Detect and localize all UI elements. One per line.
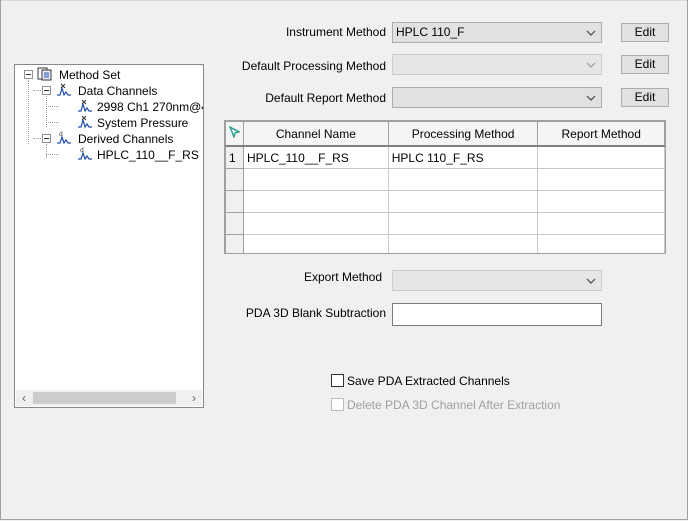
default-processing-method-select[interactable] [392, 54, 602, 75]
tree-line [46, 106, 59, 107]
row-number: 1 [225, 145, 244, 169]
delete-pda-channel-checkbox[interactable] [331, 398, 344, 411]
grid-corner-icon[interactable] [225, 121, 244, 147]
derived-waveform-icon: d [78, 147, 92, 161]
instrument-method-label: Instrument Method [285, 25, 386, 39]
tree-item-derived-1[interactable]: HPLC_110__F_RS [97, 148, 199, 162]
column-header-processing-method[interactable]: Processing Method [387, 121, 539, 147]
export-method-select[interactable] [392, 270, 602, 291]
scrollbar-thumb[interactable] [33, 392, 176, 404]
chevron-down-icon [586, 62, 596, 68]
tree-item-derived-channels[interactable]: Derived Channels [78, 132, 173, 146]
default-report-method-select[interactable] [392, 87, 602, 108]
svg-text:d: d [59, 131, 63, 138]
column-header-report-method[interactable]: Report Method [537, 121, 665, 147]
table-row[interactable] [225, 190, 665, 213]
channel-waveform-icon [78, 99, 92, 113]
chevron-down-icon [586, 95, 596, 101]
tree-horizontal-scrollbar[interactable]: ‹ › [16, 390, 202, 406]
instrument-method-select[interactable]: HPLC 110_F [392, 22, 602, 43]
cell-report-method[interactable] [537, 145, 665, 169]
save-pda-extracted-label[interactable]: Save PDA Extracted Channels [347, 374, 510, 388]
tree-line [46, 144, 47, 158]
collapse-method-set-icon[interactable] [24, 70, 33, 79]
edit-report-method-button[interactable]: Edit [621, 88, 669, 107]
tree-item-method-set[interactable]: Method Set [59, 68, 120, 82]
tree-item-channel-2[interactable]: System Pressure [97, 116, 188, 130]
tree-item-data-channels[interactable]: Data Channels [78, 84, 157, 98]
table-row[interactable] [225, 234, 665, 253]
table-row[interactable] [225, 212, 665, 235]
tree-line [46, 122, 59, 123]
chevron-down-icon [586, 278, 596, 284]
collapse-data-channels-icon[interactable] [42, 86, 51, 95]
scroll-right-icon[interactable]: › [186, 390, 202, 406]
channel-waveform-icon [78, 115, 92, 129]
svg-text:d: d [80, 147, 84, 154]
table-row[interactable]: 1 HPLC_110__F_RS HPLC 110_F_RS [225, 145, 665, 169]
tree-line [28, 80, 29, 144]
tree-item-channel-1[interactable]: 2998 Ch1 270nm@4.8 [97, 100, 203, 114]
save-pda-extracted-checkbox[interactable] [331, 374, 344, 387]
table-row[interactable] [225, 168, 665, 191]
default-report-method-label: Default Report Method [265, 91, 386, 105]
collapse-derived-channels-icon[interactable] [42, 134, 51, 143]
pda-blank-subtraction-input[interactable] [392, 303, 602, 326]
pda-blank-subtraction-label: PDA 3D Blank Subtraction [245, 306, 386, 320]
instrument-method-value: HPLC 110_F [396, 25, 465, 39]
tree-line [33, 90, 41, 91]
export-method-label: Export Method [303, 270, 382, 284]
method-set-icon [37, 67, 52, 81]
tree-line [46, 154, 59, 155]
tree-line [33, 138, 41, 139]
method-set-tree[interactable]: Method Set Data Channels 2998 Ch1 270nm@… [14, 64, 204, 408]
channel-grid[interactable]: Channel Name Processing Method Report Me… [224, 120, 666, 254]
edit-processing-method-button[interactable]: Edit [621, 55, 669, 74]
cell-channel-name[interactable]: HPLC_110__F_RS [242, 145, 389, 169]
default-processing-method-label: Default Processing Method [241, 59, 386, 73]
scroll-left-icon[interactable]: ‹ [16, 390, 32, 406]
derived-channels-icon: d [57, 131, 71, 145]
edit-instrument-method-button[interactable]: Edit [621, 23, 669, 42]
column-header-channel-name[interactable]: Channel Name [242, 121, 389, 147]
chevron-down-icon [586, 30, 596, 36]
delete-pda-channel-label[interactable]: Delete PDA 3D Channel After Extraction [347, 398, 560, 412]
data-channels-icon [57, 83, 71, 97]
cell-processing-method[interactable]: HPLC 110_F_RS [387, 145, 539, 169]
